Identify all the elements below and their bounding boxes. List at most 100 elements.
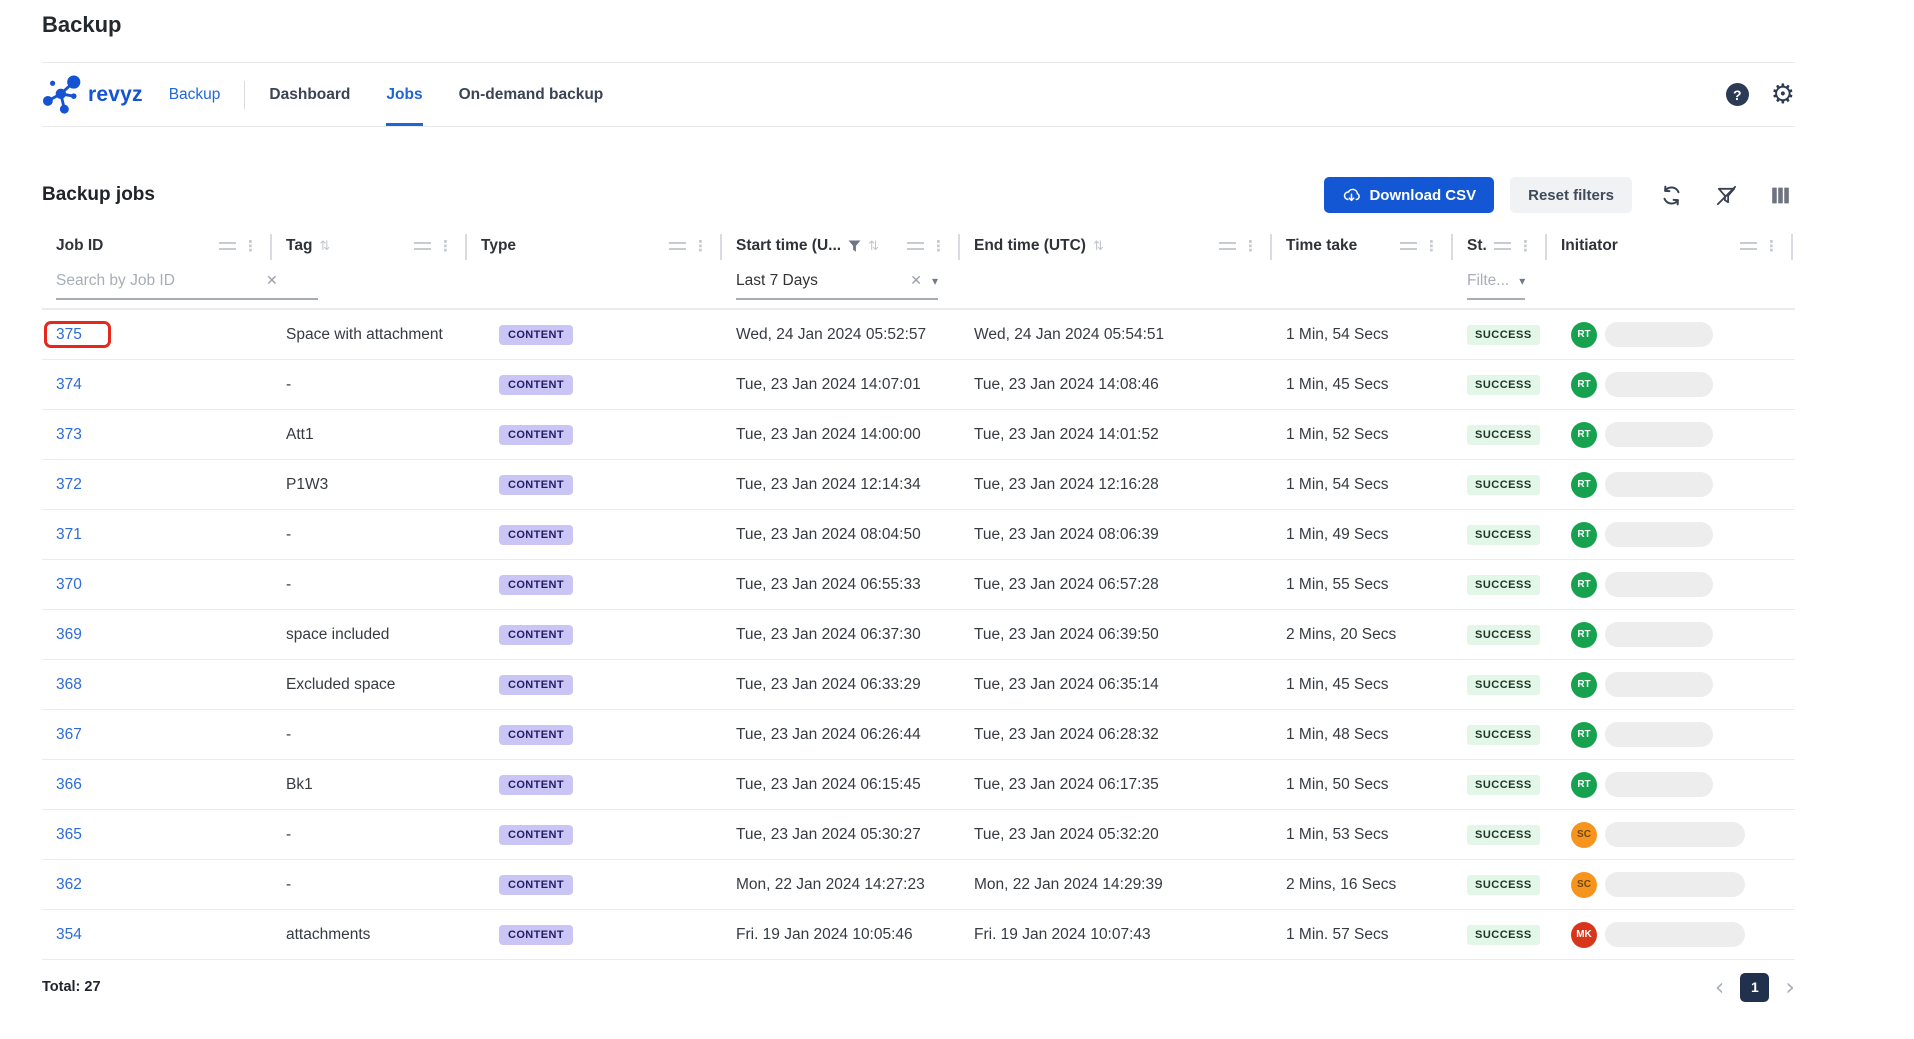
table-row: 366Bk1CONTENTTue, 23 Jan 2024 06:15:45Tu… — [42, 760, 1795, 810]
table-row: 372P1W3CONTENTTue, 23 Jan 2024 12:14:34T… — [42, 460, 1795, 510]
nav-link-backup[interactable]: Backup — [169, 63, 221, 126]
job-id-filter-input[interactable] — [56, 272, 256, 290]
caret-down-icon[interactable]: ▾ — [932, 274, 938, 288]
tag-text: attachments — [286, 926, 370, 943]
tag-text: Bk1 — [286, 776, 313, 793]
nav-right: ? ⚙ — [1726, 63, 1795, 126]
page-number-button[interactable]: 1 — [1740, 973, 1769, 1002]
caret-down-icon[interactable]: ▾ — [1519, 274, 1525, 288]
type-badge: CONTENT — [499, 475, 573, 495]
initiator-avatar: RT — [1571, 572, 1597, 598]
job-id-link[interactable]: 354 — [56, 923, 82, 946]
redacted-name-pill — [1605, 722, 1713, 747]
job-id-link[interactable]: 365 — [56, 823, 82, 846]
next-page-button[interactable]: › — [1785, 975, 1795, 999]
column-menu-icon[interactable] — [1400, 242, 1417, 250]
job-id-link[interactable]: 374 — [56, 373, 82, 396]
tag-text: Att1 — [286, 426, 314, 443]
status-badge: SUCCESS — [1467, 675, 1540, 695]
job-id-link[interactable]: 371 — [56, 523, 82, 546]
end-time-text: Tue, 23 Jan 2024 06:17:35 — [974, 776, 1159, 793]
column-menu-icon[interactable] — [1494, 242, 1511, 250]
column-kebab-icon[interactable]: ⋮ — [931, 237, 946, 255]
time-taken-text: 1 Min, 53 Secs — [1286, 826, 1389, 843]
job-id-link[interactable]: 373 — [56, 423, 82, 446]
column-menu-icon[interactable] — [907, 242, 924, 250]
start-time-text: Tue, 23 Jan 2024 05:30:27 — [736, 826, 921, 843]
status-filter-placeholder[interactable]: Filte... — [1467, 272, 1509, 290]
filter-off-icon — [1715, 184, 1738, 207]
redacted-name-pill — [1605, 772, 1713, 797]
revyz-brand[interactable]: revyz — [42, 63, 143, 126]
end-time-text: Tue, 23 Jan 2024 08:06:39 — [974, 526, 1159, 543]
toolbar: Download CSV Reset filters — [1324, 177, 1795, 213]
time-taken-text: 1 Min, 50 Secs — [1286, 776, 1389, 793]
job-id-link[interactable]: 368 — [56, 673, 82, 696]
job-id-link[interactable]: 362 — [56, 873, 82, 896]
clear-all-filters-button[interactable] — [1711, 180, 1742, 211]
initiator-avatar: MK — [1571, 922, 1597, 948]
job-id-link[interactable]: 366 — [56, 773, 82, 796]
prev-page-button[interactable]: ‹ — [1715, 975, 1725, 999]
column-kebab-icon[interactable]: ⋮ — [693, 237, 708, 255]
column-kebab-icon[interactable]: ⋮ — [1243, 237, 1258, 255]
column-header-label[interactable]: Start time (U... — [736, 237, 841, 255]
nav-item-jobs[interactable]: Jobs — [386, 63, 422, 126]
column-kebab-icon[interactable]: ⋮ — [1518, 237, 1533, 255]
reset-filters-button[interactable]: Reset filters — [1510, 177, 1632, 213]
page-title: Backup — [42, 12, 121, 38]
sort-icon[interactable]: ⇅ — [319, 239, 330, 254]
start-time-text: Tue, 23 Jan 2024 06:37:30 — [736, 626, 921, 643]
download-csv-label: Download CSV — [1369, 187, 1476, 204]
column-menu-icon[interactable] — [1740, 242, 1757, 250]
filter-applied-icon[interactable] — [848, 240, 861, 253]
nav-item-dashboard[interactable]: Dashboard — [269, 63, 350, 126]
download-csv-button[interactable]: Download CSV — [1324, 177, 1494, 213]
column-menu-icon[interactable] — [1219, 242, 1236, 250]
job-id-link[interactable]: 372 — [56, 473, 82, 496]
time-taken-text: 1 Min, 54 Secs — [1286, 326, 1389, 343]
type-badge: CONTENT — [499, 425, 573, 445]
column-kebab-icon[interactable]: ⋮ — [1764, 237, 1779, 255]
redacted-name-pill — [1605, 372, 1713, 397]
end-time-text: Tue, 23 Jan 2024 05:32:20 — [974, 826, 1159, 843]
tag-text: - — [286, 526, 291, 543]
column-header-start: Start time (U... ⇅ ⋮ Last 7 Days ✕ ▾ — [722, 228, 960, 308]
refresh-button[interactable] — [1656, 180, 1687, 211]
gear-icon[interactable]: ⚙ — [1771, 81, 1795, 108]
help-icon[interactable]: ? — [1726, 83, 1749, 106]
job-id-link[interactable]: 367 — [56, 723, 82, 746]
table-row: 375Space with attachmentCONTENTWed, 24 J… — [42, 310, 1795, 360]
status-badge: SUCCESS — [1467, 425, 1540, 445]
job-id-link[interactable]: 369 — [56, 623, 82, 646]
type-badge: CONTENT — [499, 325, 573, 345]
end-time-text: Wed, 24 Jan 2024 05:54:51 — [974, 326, 1164, 343]
job-id-link[interactable]: 375 — [44, 321, 111, 348]
column-kebab-icon[interactable]: ⋮ — [1424, 237, 1439, 255]
column-menu-icon[interactable] — [414, 242, 431, 250]
column-header-label[interactable]: End time (UTC) — [974, 237, 1086, 255]
nav-item-on-demand-backup[interactable]: On-demand backup — [459, 63, 604, 126]
initiator-avatar: RT — [1571, 722, 1597, 748]
column-kebab-icon[interactable]: ⋮ — [438, 237, 453, 255]
sort-icon[interactable]: ⇅ — [868, 239, 879, 254]
table-row: 369space includedCONTENTTue, 23 Jan 2024… — [42, 610, 1795, 660]
initiator-avatar: RT — [1571, 372, 1597, 398]
tag-text: Excluded space — [286, 676, 395, 693]
column-header-label: Time take — [1286, 237, 1357, 255]
column-kebab-icon[interactable]: ⋮ — [243, 237, 258, 255]
type-badge: CONTENT — [499, 725, 573, 745]
clear-icon[interactable]: ✕ — [910, 273, 922, 289]
manage-columns-button[interactable] — [1766, 181, 1795, 210]
column-menu-icon[interactable] — [219, 242, 236, 250]
redacted-name-pill — [1605, 672, 1713, 697]
column-menu-icon[interactable] — [669, 242, 686, 250]
time-taken-text: 1 Min, 49 Secs — [1286, 526, 1389, 543]
redacted-name-pill — [1605, 522, 1713, 547]
status-badge: SUCCESS — [1467, 725, 1540, 745]
job-id-link[interactable]: 370 — [56, 573, 82, 596]
column-header-label[interactable]: Tag — [286, 237, 312, 255]
date-filter-value[interactable]: Last 7 Days — [736, 272, 900, 290]
sort-icon[interactable]: ⇅ — [1093, 239, 1104, 254]
start-time-text: Tue, 23 Jan 2024 06:26:44 — [736, 726, 921, 743]
